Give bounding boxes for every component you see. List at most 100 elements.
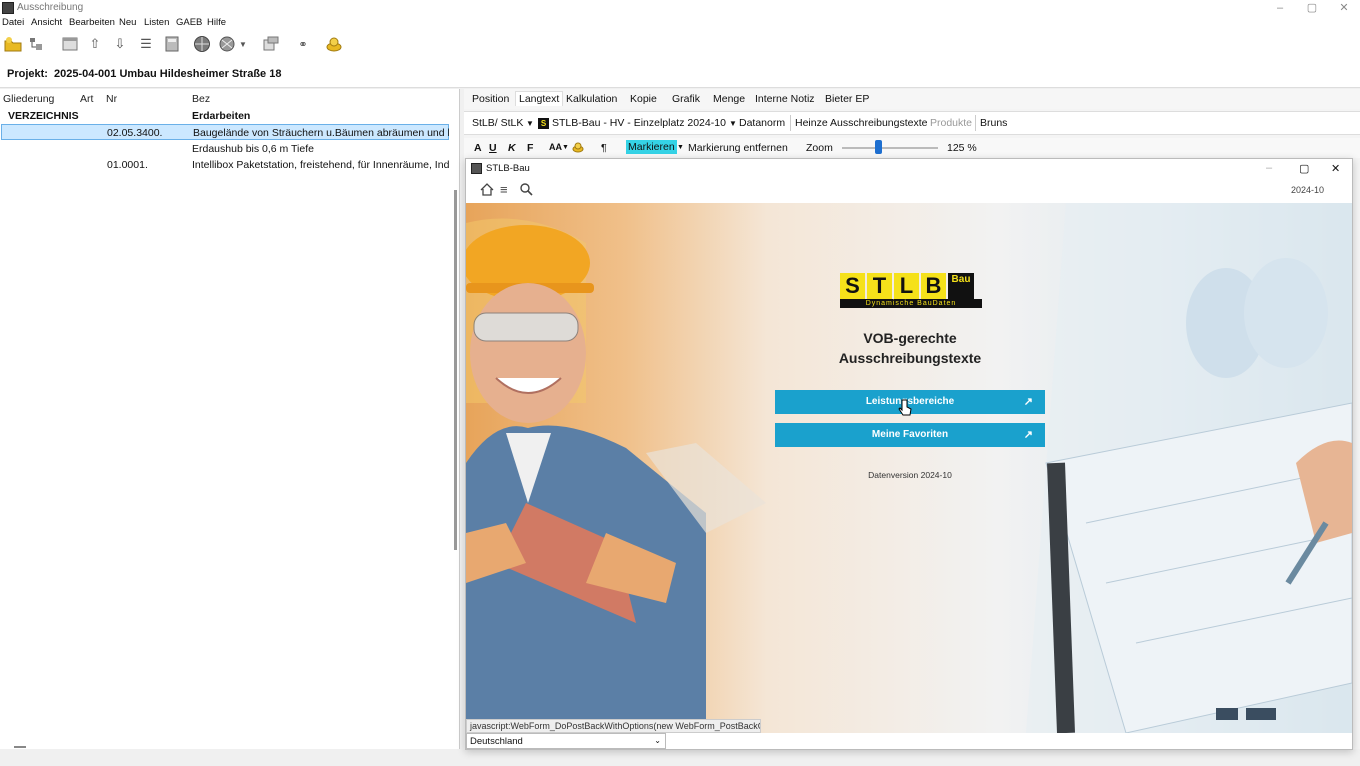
menu-datei[interactable]: Datei bbox=[2, 17, 24, 28]
zoom-slider-thumb[interactable] bbox=[875, 140, 883, 154]
menu-gaeb[interactable]: GAEB bbox=[176, 17, 202, 28]
bold-button[interactable]: A bbox=[474, 142, 482, 154]
font-size-button[interactable]: AA bbox=[549, 142, 562, 152]
horizontal-scrollbar[interactable] bbox=[14, 746, 26, 748]
browser-app-icon bbox=[471, 163, 482, 174]
calculator-icon[interactable] bbox=[162, 34, 182, 54]
browser-title-bar: STLB-Bau – ▢ ✕ bbox=[466, 159, 1352, 179]
link-icon[interactable]: ⚭ bbox=[293, 34, 313, 54]
stlk-dropdown[interactable]: StLB/ StLK bbox=[472, 117, 523, 129]
arrow-down-icon[interactable]: ⇩ bbox=[110, 34, 130, 54]
menu-bearbeiten[interactable]: Bearbeiten bbox=[69, 17, 115, 28]
tree-icon[interactable] bbox=[26, 34, 46, 54]
stlb-dropdown[interactable]: STLB-Bau - HV - Einzelplatz 2024-10 bbox=[552, 117, 726, 129]
toolbar: ⇧ ⇩ ☰ ▼ ⚭ bbox=[0, 30, 1360, 58]
logo-tagline: Dynamische BauDaten bbox=[840, 299, 982, 308]
tab-langtext[interactable]: Langtext bbox=[515, 91, 564, 106]
window-icon[interactable] bbox=[60, 34, 80, 54]
markierung-entfernen-button[interactable]: Markierung entfernen bbox=[688, 142, 788, 154]
pilcrow-button[interactable]: ¶ bbox=[601, 142, 607, 154]
stlb-browser-window: STLB-Bau – ▢ ✕ ≡ 2024-10 S T L B Bau Dyn… bbox=[465, 158, 1353, 750]
chevron-down-icon[interactable]: ▼ bbox=[526, 119, 534, 128]
zoom-label: Zoom bbox=[806, 142, 833, 154]
menu-ansicht[interactable]: Ansicht bbox=[31, 17, 62, 28]
arrow-up-icon[interactable]: ⇧ bbox=[85, 34, 105, 54]
tab-interne-notiz[interactable]: Interne Notiz bbox=[755, 93, 815, 105]
datanorm-button[interactable]: Datanorm bbox=[739, 117, 785, 129]
export-icon[interactable] bbox=[261, 34, 281, 54]
browser-minimize-button[interactable]: – bbox=[1266, 162, 1272, 174]
detail-tabs: Position Langtext Kalkulation Kopie Graf… bbox=[464, 89, 1360, 109]
menu-icon[interactable]: ≡ bbox=[500, 182, 508, 197]
list-icon[interactable]: ☰ bbox=[136, 34, 156, 54]
position-tree-pane[interactable]: Gliederung Art Nr Bez VERZEICHNIS Erdarb… bbox=[0, 89, 460, 749]
dropdown-icon[interactable]: ▼ bbox=[238, 34, 248, 54]
markieren-button[interactable]: Markieren bbox=[626, 140, 677, 154]
logo-suffix: Bau bbox=[948, 273, 974, 299]
vertical-scrollbar[interactable] bbox=[454, 190, 457, 550]
browser-status-line: javascript:WebForm_DoPostBackWithOptions… bbox=[466, 719, 761, 733]
menu-hilfe[interactable]: Hilfe bbox=[207, 17, 226, 28]
header-bez[interactable]: Bez bbox=[192, 93, 210, 105]
tab-position[interactable]: Position bbox=[472, 93, 509, 105]
heinze-button[interactable]: Heinze Ausschreibungstexte bbox=[795, 117, 928, 129]
zoom-value: 125 % bbox=[947, 142, 977, 154]
separator bbox=[790, 115, 791, 131]
menu-listen[interactable]: Listen bbox=[144, 17, 169, 28]
logo-letter: B bbox=[921, 273, 946, 299]
window-title: Ausschreibung bbox=[17, 2, 84, 13]
bruns-button[interactable]: Bruns bbox=[980, 117, 1007, 129]
project-label: Projekt: bbox=[7, 68, 48, 80]
heading-line-2: Ausschreibungstexte bbox=[838, 350, 982, 366]
chevron-down-icon[interactable]: ▼ bbox=[729, 119, 737, 128]
tab-kopie[interactable]: Kopie bbox=[630, 93, 657, 105]
maximize-button[interactable]: ▢ bbox=[1298, 0, 1326, 16]
search-icon[interactable] bbox=[520, 183, 533, 199]
table-row[interactable]: 01.0001. Intellibox Paketstation, freist… bbox=[0, 157, 450, 173]
external-link-icon: ↗ bbox=[1023, 396, 1033, 408]
browser-close-button[interactable]: ✕ bbox=[1331, 162, 1340, 175]
fett-button[interactable]: F bbox=[527, 142, 533, 154]
table-row[interactable]: 02.05.3400. Baugelände von Sträuchern u.… bbox=[1, 124, 449, 140]
datenversion-label: Datenversion 2024-10 bbox=[868, 470, 952, 480]
coin-icon[interactable] bbox=[572, 141, 584, 156]
tab-bieter-ep[interactable]: Bieter EP bbox=[825, 93, 869, 105]
network-icon[interactable] bbox=[217, 34, 237, 54]
minimize-button[interactable]: – bbox=[1266, 0, 1294, 16]
header-nr[interactable]: Nr bbox=[106, 93, 117, 105]
close-button[interactable]: ✕ bbox=[1330, 0, 1358, 16]
home-icon[interactable] bbox=[480, 183, 494, 199]
tab-menge[interactable]: Menge bbox=[713, 93, 745, 105]
format-toolbar: A U K F AA ▼ ¶ Markieren ▼ Markierung en… bbox=[464, 138, 1360, 158]
logo-letter: S bbox=[840, 273, 865, 299]
chevron-down-icon[interactable]: ▼ bbox=[562, 144, 569, 151]
produkte-button[interactable]: Produkte bbox=[930, 117, 972, 129]
header-gliederung[interactable]: Gliederung bbox=[3, 93, 54, 105]
separator bbox=[975, 115, 976, 131]
browser-title: STLB-Bau bbox=[486, 163, 530, 174]
row-bez: Erdarbeiten bbox=[192, 110, 251, 122]
table-row[interactable]: VERZEICHNIS Erdarbeiten bbox=[0, 108, 450, 124]
browser-maximize-button[interactable]: ▢ bbox=[1299, 162, 1309, 175]
globe-icon[interactable] bbox=[192, 34, 212, 54]
title-bar: Ausschreibung – ▢ ✕ bbox=[0, 0, 1360, 16]
zoom-slider[interactable] bbox=[842, 147, 938, 149]
table-row[interactable]: Erdaushub bis 0,6 m Tiefe bbox=[0, 141, 450, 157]
chevron-down-icon[interactable]: ⌄ bbox=[654, 736, 661, 745]
row-bez: Intellibox Paketstation, freistehend, fü… bbox=[192, 159, 449, 171]
country-value: Deutschland bbox=[470, 736, 523, 747]
folder-open-icon[interactable] bbox=[3, 34, 23, 54]
tab-grafik[interactable]: Grafik bbox=[672, 93, 700, 105]
menu-neu[interactable]: Neu bbox=[119, 17, 136, 28]
chevron-down-icon[interactable]: ▼ bbox=[677, 144, 684, 151]
header-art[interactable]: Art bbox=[80, 93, 93, 105]
coin-icon[interactable] bbox=[324, 34, 344, 54]
country-select[interactable]: Deutschland ⌄ bbox=[466, 733, 666, 749]
underline-button[interactable]: U bbox=[489, 142, 497, 154]
page-heading: VOB-gerechte Ausschreibungstexte bbox=[776, 328, 1044, 368]
tab-kalkulation[interactable]: Kalkulation bbox=[566, 93, 617, 105]
italic-button[interactable]: K bbox=[508, 142, 516, 154]
meine-favoriten-button[interactable]: Meine Favoriten ↗ bbox=[775, 423, 1045, 447]
row-nr: 02.05.3400. bbox=[107, 127, 163, 139]
logo-letter: T bbox=[867, 273, 892, 299]
